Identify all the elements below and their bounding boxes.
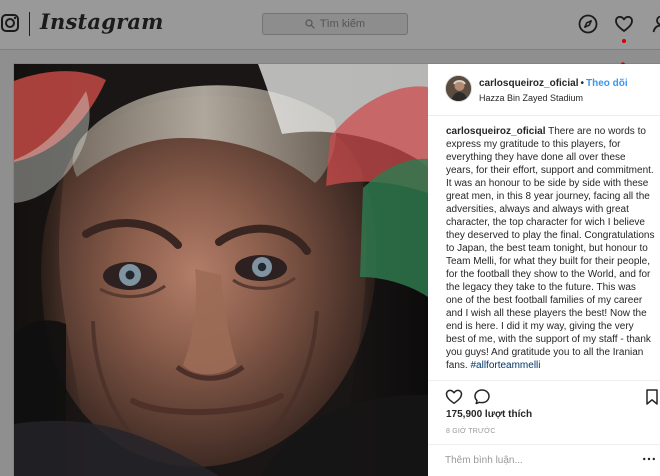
post-header: carlosqueiroz_oficial • Theo dõi Hazza Bin… [428, 64, 660, 116]
caption-text: There are no words to express my gratitu… [446, 126, 655, 371]
instagram-page: Instagram Tìm kiếm carlosqueiroz_oficial… [0, 0, 660, 476]
notification-dot [622, 39, 626, 43]
camera-icon[interactable] [0, 12, 20, 34]
comment-row [428, 444, 660, 476]
top-navigation-bar: Instagram Tìm kiếm [0, 0, 660, 50]
comment-icon[interactable] [472, 387, 492, 407]
search-bar[interactable]: Tìm kiếm [262, 13, 408, 35]
username[interactable]: carlosqueiroz_oficial [479, 78, 578, 89]
comment-input[interactable] [445, 452, 615, 468]
user-icon[interactable] [650, 13, 660, 35]
brand-divider [29, 12, 30, 36]
man-face-photo [14, 64, 428, 476]
hashtag-link[interactable]: #allforteammelli [470, 360, 540, 371]
instagram-logo[interactable]: Instagram [40, 9, 164, 34]
post-sidebar: carlosqueiroz_oficial • Theo dõi Hazza Bin… [428, 64, 660, 476]
username-and-follow: carlosqueiroz_oficial • Theo dõi [479, 77, 660, 90]
post-photo [14, 64, 428, 476]
heart-icon[interactable] [613, 13, 635, 35]
follow-separator: • [580, 78, 584, 89]
search-icon [305, 19, 315, 29]
avatar-image [446, 76, 471, 101]
heart-icon[interactable] [444, 387, 464, 407]
likes-count[interactable]: 175,900 lượt thích [446, 408, 532, 421]
location-link[interactable]: Hazza Bin Zayed Stadium [479, 92, 583, 104]
compass-icon[interactable] [577, 13, 599, 35]
follow-button[interactable]: Theo dõi [586, 78, 628, 89]
post-actions [428, 380, 660, 407]
search-placeholder: Tìm kiếm [319, 18, 366, 30]
more-icon[interactable] [642, 454, 656, 464]
post-modal: carlosqueiroz_oficial • Theo dõi Hazza Bin… [14, 64, 660, 476]
bookmark-icon[interactable] [642, 387, 660, 407]
post-caption: carlosqueiroz_oficial There are no words… [446, 125, 655, 377]
caption-username[interactable]: carlosqueiroz_oficial [446, 126, 545, 137]
avatar[interactable] [445, 75, 472, 102]
post-time[interactable]: 8 GIỜ TRƯỚC [446, 427, 496, 436]
